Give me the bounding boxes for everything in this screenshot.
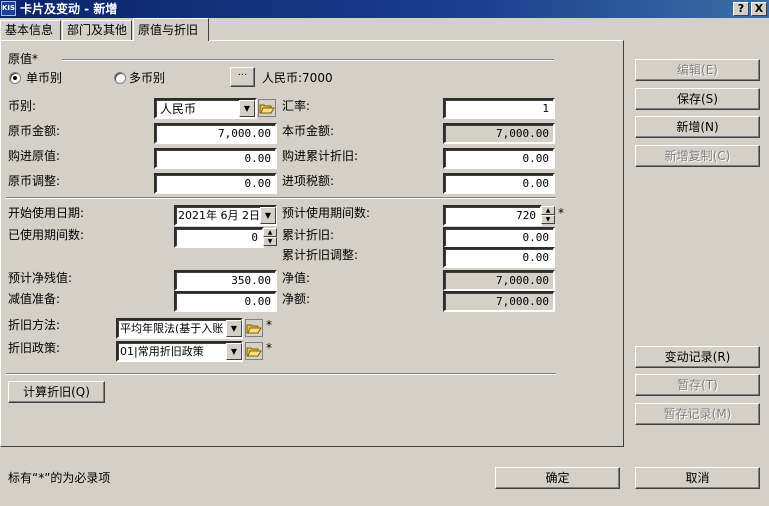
required-note: 标有“*”的为必录项 bbox=[8, 471, 111, 485]
close-button[interactable]: X bbox=[751, 2, 767, 16]
section-divider bbox=[62, 59, 554, 61]
tab-value-depreciation[interactable]: 原值与折旧 bbox=[133, 18, 209, 41]
input-tax-label: 进项税额: bbox=[282, 174, 335, 188]
multi-currency-radio[interactable] bbox=[114, 72, 126, 84]
acc-dep-adjust-field[interactable]: 0.00 bbox=[443, 247, 555, 268]
net-value-field: 7,000.00 bbox=[443, 270, 555, 291]
ok-button[interactable]: 确定 bbox=[495, 467, 620, 489]
residual-field[interactable]: 350.00 bbox=[174, 270, 277, 291]
currency-label: 币别: bbox=[8, 99, 37, 113]
window-title: 卡片及变动 - 新增 bbox=[20, 2, 118, 16]
save-button[interactable]: 保存(S) bbox=[635, 88, 760, 110]
policy-select[interactable]: 01|常用折旧政策 bbox=[116, 341, 243, 362]
single-currency-radio[interactable] bbox=[9, 72, 21, 84]
purchase-acc-dep-field[interactable]: 0.00 bbox=[443, 148, 555, 169]
folder-open-icon[interactable] bbox=[245, 319, 263, 337]
section-divider bbox=[6, 373, 556, 375]
exchange-rate-label: 汇率: bbox=[282, 99, 311, 113]
help-button[interactable]: ? bbox=[733, 2, 749, 16]
residual-label: 预计净残值: bbox=[8, 271, 73, 285]
method-select[interactable]: 平均年限法(基于入账 bbox=[116, 318, 243, 339]
chevron-down-icon[interactable]: ▼ bbox=[260, 207, 276, 224]
method-label: 折旧方法: bbox=[8, 318, 61, 332]
start-date-label: 开始使用日期: bbox=[8, 206, 85, 220]
single-currency-label: 单币别 bbox=[26, 71, 63, 85]
orig-adjust-field[interactable]: 0.00 bbox=[154, 173, 277, 194]
currency-detail-button[interactable]: ··· bbox=[230, 67, 255, 87]
calc-depreciation-button[interactable]: 计算折旧(Q) bbox=[8, 381, 105, 403]
folder-open-icon[interactable] bbox=[258, 99, 276, 117]
orig-amount-field[interactable]: 7,000.00 bbox=[154, 123, 277, 144]
acc-dep-adjust-label: 累计折旧调整: bbox=[282, 248, 359, 262]
impairment-label: 减值准备: bbox=[8, 292, 61, 306]
policy-label: 折旧政策: bbox=[8, 341, 61, 355]
est-periods-stepper[interactable]: ▲ ▼ bbox=[541, 206, 555, 225]
required-mark: * bbox=[558, 206, 564, 220]
acc-dep-field[interactable]: 0.00 bbox=[443, 227, 555, 248]
local-amount-label: 本币金额: bbox=[282, 124, 335, 138]
impairment-field[interactable]: 0.00 bbox=[174, 291, 277, 312]
net-value-label: 净值: bbox=[282, 271, 311, 285]
purchase-value-label: 购进原值: bbox=[8, 149, 61, 163]
required-mark: * bbox=[266, 341, 272, 355]
orig-adjust-label: 原币调整: bbox=[8, 174, 61, 188]
folder-open-icon[interactable] bbox=[245, 342, 263, 360]
multi-currency-label: 多币别 bbox=[129, 71, 166, 85]
est-periods-field[interactable]: 720 bbox=[443, 205, 542, 226]
net-amount-field: 7,000.00 bbox=[443, 291, 555, 312]
local-amount-field: 7,000.00 bbox=[443, 123, 555, 144]
hold-button[interactable]: 暂存(T) bbox=[635, 374, 760, 396]
chevron-down-icon[interactable]: ▼ bbox=[239, 100, 255, 117]
tab-basic-info[interactable]: 基本信息 bbox=[0, 20, 61, 40]
used-periods-field[interactable]: 0 bbox=[174, 227, 264, 248]
new-button[interactable]: 新增(N) bbox=[635, 116, 760, 138]
section-divider bbox=[6, 197, 556, 199]
cancel-button[interactable]: 取消 bbox=[635, 467, 760, 489]
used-periods-label: 已使用期间数: bbox=[8, 228, 85, 242]
acc-dep-label: 累计折旧: bbox=[282, 228, 335, 242]
hold-record-button[interactable]: 暂存记录(M) bbox=[635, 403, 760, 425]
new-copy-button[interactable]: 新增复制(C) bbox=[635, 145, 760, 167]
used-periods-stepper[interactable]: ▲ ▼ bbox=[263, 228, 277, 247]
chevron-down-icon[interactable]: ▼ bbox=[226, 320, 242, 337]
chevron-down-icon[interactable]: ▼ bbox=[226, 343, 242, 360]
currency-summary: 人民币:7000 bbox=[262, 71, 333, 85]
required-mark: * bbox=[266, 318, 272, 332]
title-bar: KIS 卡片及变动 - 新增 ? X bbox=[0, 0, 769, 18]
orig-amount-label: 原币金额: bbox=[8, 124, 61, 138]
exchange-rate-field[interactable]: 1 bbox=[443, 98, 555, 119]
net-amount-label: 净额: bbox=[282, 292, 311, 306]
change-record-button[interactable]: 变动记录(R) bbox=[635, 346, 760, 368]
input-tax-field[interactable]: 0.00 bbox=[443, 173, 555, 194]
purchase-value-field[interactable]: 0.00 bbox=[154, 148, 277, 169]
tab-department-other[interactable]: 部门及其他 bbox=[62, 20, 132, 40]
app-logo-icon: KIS bbox=[1, 1, 16, 16]
original-value-section-label: 原值* bbox=[8, 52, 39, 66]
edit-button[interactable]: 编辑(E) bbox=[635, 59, 760, 81]
purchase-acc-dep-label: 购进累计折旧: bbox=[282, 149, 359, 163]
est-periods-label: 预计使用期间数: bbox=[282, 206, 371, 220]
